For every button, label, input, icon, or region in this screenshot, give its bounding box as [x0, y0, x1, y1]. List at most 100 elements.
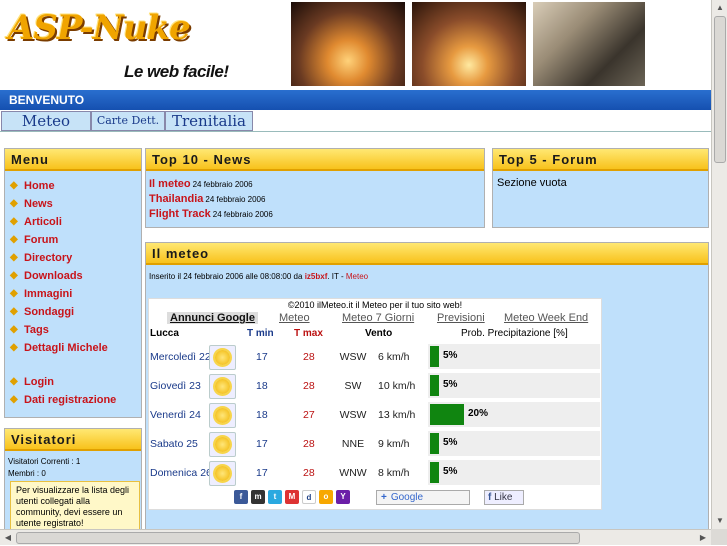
meteo-wind-direction: WSW — [339, 409, 367, 421]
meteo-tmax: 27 — [303, 409, 315, 421]
meteo-row: Mercoledì 22 17 28 WSW 6 km/h 5% — [149, 344, 603, 371]
ok-share-icon[interactable]: o — [319, 490, 333, 504]
meteo-col-prec: Prob. Precipitazione [%] — [461, 328, 568, 339]
news-item[interactable]: Thailandia 24 febbraio 2006 — [149, 192, 273, 207]
scroll-up-arrow-icon[interactable]: ▲ — [712, 0, 727, 16]
menu-title: Menu — [5, 149, 141, 171]
menu-item-articoli[interactable]: Articoli — [6, 213, 140, 231]
twitter-share-icon[interactable]: t — [268, 490, 282, 504]
scroll-left-arrow-icon[interactable]: ◀ — [0, 530, 16, 546]
precipitation-value: 5% — [443, 379, 458, 390]
yahoo-share-icon[interactable]: Y — [336, 490, 350, 504]
meteo-col-tmin: T min — [247, 328, 274, 339]
meteo-tab-previsioni[interactable]: Previsioni — [437, 312, 485, 324]
meteo-tmax: 28 — [303, 351, 315, 363]
precipitation-value: 5% — [443, 350, 458, 361]
meteo-tmax: 28 — [303, 380, 315, 392]
menu-item-login[interactable]: Login — [6, 373, 140, 391]
news-item[interactable]: Il meteo 24 febbraio 2006 — [149, 177, 273, 192]
meteo-wind-direction: WNW — [339, 467, 367, 479]
vertical-scrollbar[interactable]: ▲ ▼ — [711, 0, 727, 529]
meteo-wind-speed: 13 km/h — [378, 409, 416, 421]
site-header: ASP-Nuke Le web facile! — [0, 0, 711, 90]
meteo-wind-speed: 9 km/h — [378, 438, 410, 450]
scroll-right-arrow-icon[interactable]: ▶ — [695, 530, 711, 546]
gmail-share-icon[interactable]: M — [285, 490, 299, 504]
top-news-list: Il meteo 24 febbraio 2006 Thailandia 24 fe… — [149, 177, 273, 222]
meteo-precipitation: 5% — [428, 373, 600, 398]
meteo-widget-header[interactable]: ©2010 ilMeteo.it il Meteo per il tuo sit… — [149, 299, 601, 310]
meteo-row: Venerdì 24 18 27 WSW 13 km/h 20% — [149, 402, 603, 429]
meteo-tab-meteo[interactable]: Meteo — [279, 312, 310, 324]
menu-list: Home News Articoli Forum Directory Downl… — [6, 177, 140, 409]
article-meta: Inserito il 24 febbraio 2006 alle 08:08:… — [149, 272, 369, 281]
facebook-share-icon[interactable]: f — [234, 490, 248, 504]
site-logo[interactable]: ASP-Nuke — [8, 8, 191, 48]
horizontal-scroll-thumb[interactable] — [16, 532, 580, 544]
tab-carte-dett[interactable]: Carte Dett. — [91, 111, 165, 131]
precipitation-bar — [430, 433, 439, 454]
meteo-wind-direction: SW — [344, 380, 362, 392]
news-item[interactable]: Flight Track 24 febbraio 2006 — [149, 207, 273, 222]
content-area: Menu Home News Articoli Forum Directory … — [0, 140, 711, 529]
meteo-wind-speed: 6 km/h — [378, 351, 410, 363]
meteo-city: Lucca — [150, 328, 179, 339]
article-title: Il meteo — [146, 243, 708, 265]
tab-trenitalia[interactable]: Trenitalia — [165, 111, 253, 131]
scrollbar-corner — [711, 529, 727, 545]
meteo-precipitation: 5% — [428, 460, 600, 485]
top-forum-empty: Sezione vuota — [497, 177, 567, 189]
meteo-day-link[interactable]: Sabato 25 — [150, 438, 198, 450]
meteo-widget: ©2010 ilMeteo.it il Meteo per il tuo sit… — [148, 298, 602, 510]
visitors-box: Visitatori Visitatori Correnti : 1 Membr… — [4, 428, 142, 529]
menu-box: Menu Home News Articoli Forum Directory … — [4, 148, 142, 418]
meteo-tab-annunci-google[interactable]: Annunci Google — [167, 312, 258, 324]
precipitation-bar — [430, 462, 439, 483]
menu-item-downloads[interactable]: Downloads — [6, 267, 140, 285]
myspace-share-icon[interactable]: m — [251, 490, 265, 504]
meteo-row: Giovedì 23 18 28 SW 10 km/h 5% — [149, 373, 603, 400]
sun-icon — [209, 374, 236, 399]
scroll-down-arrow-icon[interactable]: ▼ — [712, 513, 727, 529]
precipitation-value: 5% — [443, 466, 458, 477]
welcome-bar: BENVENUTO — [0, 90, 711, 110]
article-author-link[interactable]: iz5bxf — [305, 272, 328, 281]
meteo-tmin: 18 — [256, 409, 268, 421]
vertical-scroll-thumb[interactable] — [714, 16, 726, 163]
menu-item-dettagli-michele[interactable]: Dettagli Michele — [6, 339, 140, 357]
meteo-tmax: 28 — [303, 438, 315, 450]
meteo-wind-speed: 10 km/h — [378, 380, 416, 392]
meteo-tmin: 17 — [256, 351, 268, 363]
menu-item-immagini[interactable]: Immagini — [6, 285, 140, 303]
facebook-like-button[interactable]: f Like — [484, 490, 524, 505]
sun-icon — [209, 432, 236, 457]
meteo-day-link[interactable]: Mercoledì 22 — [150, 351, 211, 363]
meteo-day-link[interactable]: Domenica 26 — [150, 467, 212, 479]
google-plus-button[interactable]: + Google — [376, 490, 470, 505]
precipitation-bar — [430, 404, 464, 425]
menu-item-sondaggi[interactable]: Sondaggi — [6, 303, 140, 321]
precipitation-bar — [430, 346, 439, 367]
top-news-title: Top 10 - News — [146, 149, 484, 171]
tab-meteo[interactable]: Meteo — [1, 111, 91, 131]
meteo-tmin: 17 — [256, 438, 268, 450]
meteo-tmin: 17 — [256, 467, 268, 479]
browser-viewport: ASP-Nuke Le web facile! BENVENUTO Meteo … — [0, 0, 711, 529]
delicious-share-icon[interactable]: d — [302, 490, 316, 504]
visitors-members: Membri : 0 — [8, 469, 46, 478]
meteo-tab-7-giorni[interactable]: Meteo 7 Giorni — [342, 312, 414, 324]
meteo-precipitation: 5% — [428, 431, 600, 456]
article-category-link[interactable]: Meteo — [346, 272, 368, 281]
sun-icon — [209, 403, 236, 428]
meteo-day-link[interactable]: Giovedì 23 — [150, 380, 201, 392]
menu-item-dati-registrazione[interactable]: Dati registrazione — [6, 391, 140, 409]
horizontal-scrollbar[interactable]: ◀ ▶ — [0, 529, 711, 545]
top-forum-title: Top 5 - Forum — [493, 149, 708, 171]
menu-item-forum[interactable]: Forum — [6, 231, 140, 249]
menu-item-tags[interactable]: Tags — [6, 321, 140, 339]
menu-item-directory[interactable]: Directory — [6, 249, 140, 267]
menu-item-news[interactable]: News — [6, 195, 140, 213]
meteo-day-link[interactable]: Venerdì 24 — [150, 409, 201, 421]
menu-item-home[interactable]: Home — [6, 177, 140, 195]
meteo-tab-week-end[interactable]: Meteo Week End — [504, 312, 588, 324]
